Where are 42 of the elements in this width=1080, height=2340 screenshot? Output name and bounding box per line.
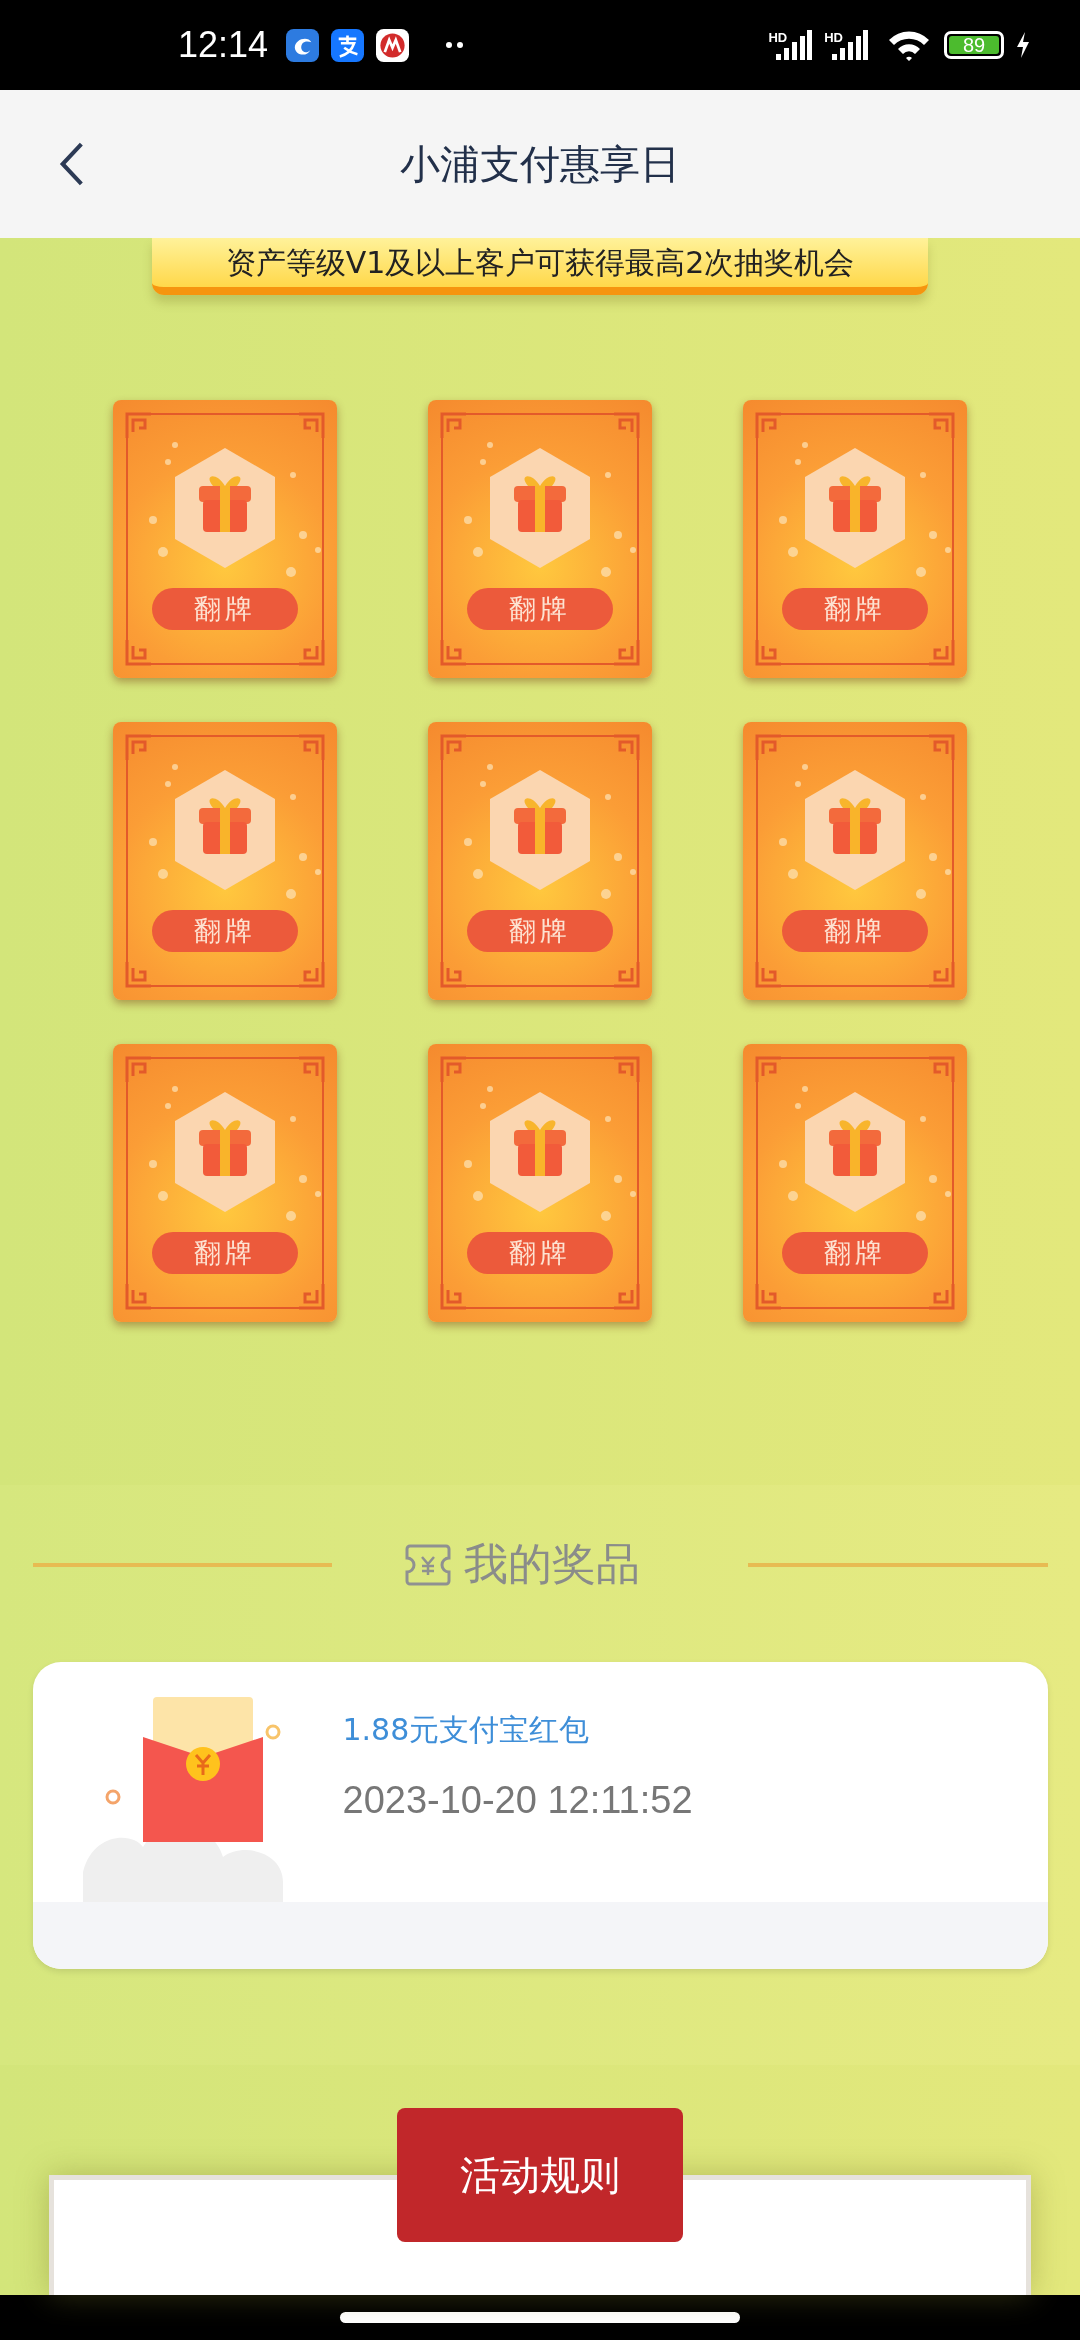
flip-card[interactable]: 翻牌	[743, 1044, 967, 1322]
rules-button[interactable]: 活动规则	[397, 2108, 683, 2242]
flip-button[interactable]: 翻牌	[782, 588, 928, 630]
gift-icon	[488, 446, 592, 570]
payment-app-icon	[331, 28, 365, 62]
network-type-label: HD	[824, 30, 843, 45]
flip-card[interactable]: 翻牌	[113, 722, 337, 1000]
network-type-label: HD	[768, 30, 788, 45]
prize-name: 1.88元支付宝红包	[342, 1711, 591, 1749]
gift-icon	[173, 1090, 277, 1214]
battery-level: 89	[949, 36, 999, 54]
flip-button[interactable]: 翻牌	[782, 1232, 928, 1274]
gift-icon	[803, 1090, 907, 1214]
flip-card[interactable]: 翻牌	[113, 1044, 337, 1322]
flip-card[interactable]: 翻牌	[428, 1044, 652, 1322]
bank-app-icon	[376, 28, 410, 62]
gift-icon	[173, 446, 277, 570]
gift-icon	[173, 768, 277, 892]
status-time: 12:14	[178, 24, 269, 66]
back-icon[interactable]	[58, 140, 86, 188]
flip-button[interactable]: 翻牌	[782, 910, 928, 952]
page-title: 小浦支付惠享日	[400, 139, 680, 189]
flip-card[interactable]: 翻牌	[113, 400, 337, 678]
flip-card[interactable]: 翻牌	[743, 722, 967, 1000]
section-title: 我的奖品	[464, 1537, 640, 1591]
flip-button[interactable]: 翻牌	[467, 910, 613, 952]
gift-icon	[803, 768, 907, 892]
flip-button[interactable]: 翻牌	[152, 1232, 298, 1274]
flip-card[interactable]: 翻牌	[428, 400, 652, 678]
flip-card[interactable]: 翻牌	[743, 400, 967, 678]
prize-time: 2023-10-20 12:11:52	[342, 1779, 693, 1822]
flip-card[interactable]: 翻牌	[428, 722, 652, 1000]
info-banner: 资产等级V1及以上客户可获得最高2次抽奖机会	[152, 238, 928, 295]
gift-icon	[803, 446, 907, 570]
flip-button[interactable]: 翻牌	[152, 910, 298, 952]
flip-button[interactable]: 翻牌	[467, 1232, 613, 1274]
gift-icon	[488, 768, 592, 892]
flip-button[interactable]: 翻牌	[152, 588, 298, 630]
gift-icon	[488, 1090, 592, 1214]
more-notifications-icon	[445, 41, 466, 49]
flip-button[interactable]: 翻牌	[467, 588, 613, 630]
charging-icon	[1016, 32, 1030, 58]
